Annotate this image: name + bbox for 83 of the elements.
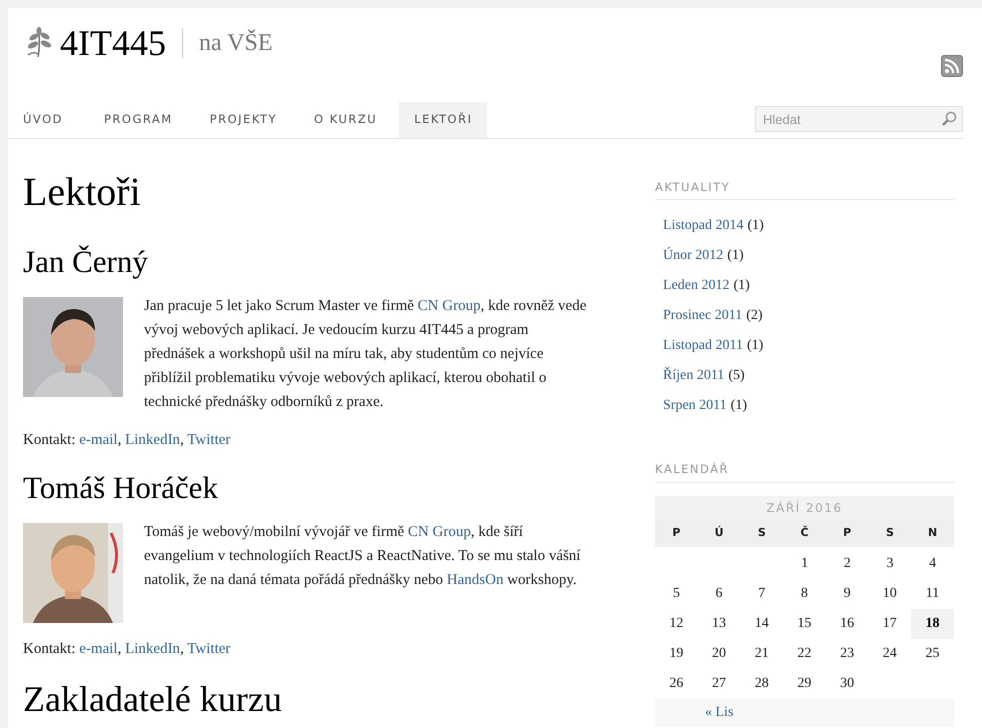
archive-count: (1) (730, 396, 747, 415)
weekday-label: Č (799, 524, 810, 541)
calendar-day[interactable]: 8 (783, 578, 826, 608)
link[interactable]: HandsOn (446, 572, 504, 588)
calendar-caption: ZÁŘÍ 2016 (655, 496, 954, 520)
site-subtitle: na VŠE (198, 31, 273, 55)
weekday-label: Ú (714, 524, 725, 541)
paragraph: Kontakt: e-mail, LinkedIn, Twitter (23, 431, 232, 450)
lecturer-name: Tomáš Horáček (23, 472, 219, 503)
paragraph: Tomáš je webový/mobilní vývojář ve firmě CN Group, kde šíří evangelium v technologiích ReactJS a ReactNative. To se mu stalo vášní natolik, že na daná témata pořádá přednášky nebo HandsOn workshopy. (144, 523, 582, 590)
calendar-day[interactable]: 16 (826, 608, 868, 638)
calendar-day[interactable]: 6 (698, 578, 740, 608)
calendar-day[interactable]: 10 (868, 578, 912, 608)
archive-count: (5) (728, 366, 745, 385)
calendar-day[interactable]: 13 (698, 608, 740, 638)
archive-link[interactable]: Prosinec 2011 (663, 304, 742, 326)
calendar-day[interactable]: 30 (826, 668, 868, 698)
calendar-day[interactable]: 12 (655, 608, 698, 638)
archive-link[interactable]: Říjen 2011 (663, 364, 724, 386)
sidebar-heading: AKTUALITY (655, 179, 954, 200)
nav-tab[interactable]: PROJEKTY (194, 102, 292, 138)
search-icon[interactable] (941, 111, 957, 127)
search-field[interactable]: Hledat (755, 106, 963, 132)
calendar-day[interactable]: 4 (911, 548, 954, 578)
link[interactable]: LinkedIn (125, 641, 180, 657)
weekday-label: N (927, 524, 938, 541)
weekday-label: P (671, 524, 682, 541)
calendar-day[interactable]: 25 (911, 638, 954, 668)
calendar-day[interactable]: 3 (868, 548, 912, 578)
archive-count: (1) (733, 276, 750, 295)
calendar-day[interactable]: 15 (783, 608, 826, 638)
archive-link[interactable]: Listopad 2011 (663, 334, 743, 356)
nav-tab[interactable]: O KURZU (299, 102, 392, 138)
prev-month-link[interactable]: « Lis (705, 702, 734, 723)
archive-link[interactable]: Listopad 2014 (663, 214, 744, 236)
calendar-day[interactable]: 21 (740, 638, 784, 668)
nav-tab[interactable]: PROGRAM (89, 102, 188, 138)
archive-link[interactable]: Únor 2012 (663, 244, 724, 266)
calendar-day[interactable]: 17 (868, 608, 912, 638)
rss-icon[interactable] (941, 55, 963, 77)
link[interactable]: Twitter (187, 432, 230, 448)
calendar-day[interactable]: 26 (655, 668, 698, 698)
calendar-day[interactable]: 7 (740, 578, 784, 608)
calendar-day[interactable]: 22 (783, 638, 826, 668)
sidebar-heading: KALENDÁŘ (655, 461, 954, 482)
link[interactable]: e-mail (79, 432, 118, 448)
calendar-day[interactable]: 18 (911, 608, 954, 638)
leaf-branch-icon (26, 27, 52, 59)
calendar-day[interactable]: 5 (655, 578, 698, 608)
calendar-day[interactable]: 23 (826, 638, 868, 668)
archive-count: (1) (748, 216, 764, 235)
weekday-label: S (756, 524, 767, 541)
calendar-day[interactable]: 1 (783, 548, 826, 578)
nav-tab[interactable]: LEKTOŘI (399, 102, 488, 138)
link[interactable]: Twitter (187, 641, 230, 657)
paragraph: Kontakt: e-mail, LinkedIn, Twitter (23, 640, 232, 659)
calendar-day[interactable]: 20 (698, 638, 740, 668)
lecturer-name: Jan Černý (23, 246, 149, 277)
link[interactable]: e-mail (79, 641, 118, 657)
calendar-day[interactable]: 29 (783, 668, 826, 698)
weekday-label: P (842, 524, 852, 541)
link[interactable]: CN Group (418, 298, 481, 314)
calendar-day[interactable]: 24 (868, 638, 912, 668)
calendar-day[interactable]: 2 (826, 548, 869, 578)
calendar-day[interactable]: 28 (740, 668, 784, 698)
paragraph: Jan pracuje 5 let jako Scrum Master ve firmě CN Group, kde rovněž vede vývoj webových aplikací. Je vedoucím kurzu 4IT445 a program přednášek a workshopů ušil na míru tak, aby studentům co nejvíce přiblížil problematiku vývoje webových aplikací, kterou obohatil o technické přednášky odborníků z praxe. (144, 297, 588, 412)
link[interactable]: CN Group (408, 524, 471, 540)
nav-tab[interactable]: ÚVOD (8, 102, 89, 138)
calendar-day[interactable]: 27 (698, 668, 740, 698)
archive-count: (1) (746, 336, 764, 355)
calendar-day[interactable]: 9 (826, 578, 868, 608)
link[interactable]: LinkedIn (125, 432, 180, 448)
weekday-label: S (884, 524, 895, 541)
section-heading: Zakladatelé kurzu (23, 681, 283, 717)
archive-link[interactable]: Leden 2012 (663, 274, 730, 296)
archive-link[interactable]: Srpen 2011 (663, 394, 727, 416)
archive-count: (2) (746, 306, 763, 325)
page-heading: Lektoři (23, 172, 142, 212)
calendar-day[interactable]: 14 (740, 608, 784, 638)
calendar-day[interactable]: 11 (911, 578, 954, 608)
archive-count: (1) (727, 246, 744, 265)
calendar-day[interactable]: 19 (655, 638, 698, 668)
site-title[interactable]: 4IT445 (60, 25, 166, 61)
